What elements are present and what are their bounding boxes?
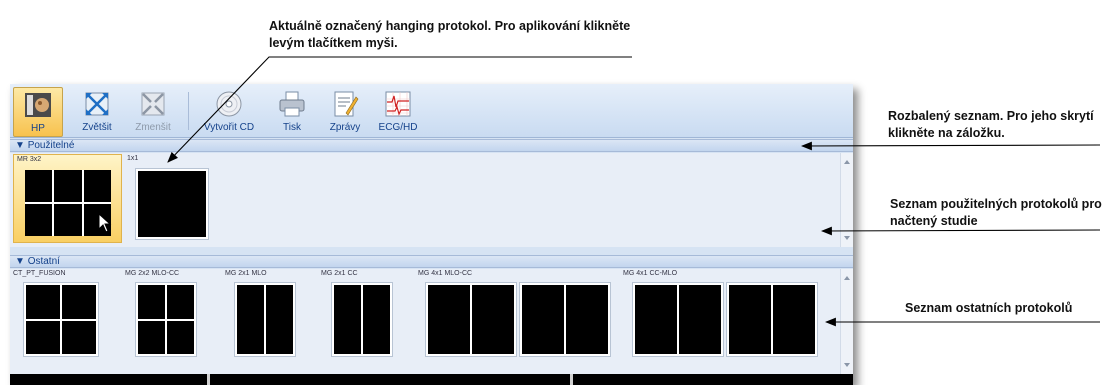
arrow-usable-protocols (820, 226, 1101, 236)
arrow-current-protocol (167, 56, 632, 163)
arrow-expanded-list (800, 141, 1101, 151)
callout-arrows (167, 56, 1101, 327)
